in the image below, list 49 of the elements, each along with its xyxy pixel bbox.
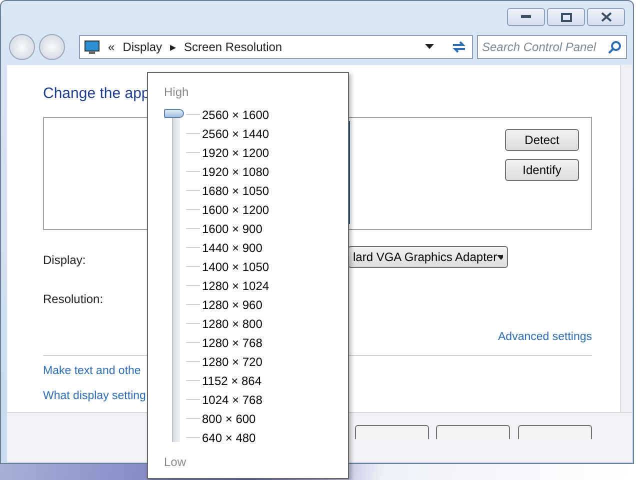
display-label: Display: xyxy=(43,252,86,269)
search-field[interactable]: Search Control Panel xyxy=(477,35,627,59)
resolution-label: Resolution: xyxy=(43,291,104,308)
resolution-option[interactable]: 1280 × 768 xyxy=(202,334,262,352)
cancel-button[interactable] xyxy=(436,425,510,439)
breadcrumb-chevron[interactable]: « xyxy=(108,38,115,56)
close-icon xyxy=(600,12,612,22)
search-icon xyxy=(608,40,622,54)
breadcrumb-separator[interactable]: ▸ xyxy=(170,38,176,56)
resolution-option[interactable]: 1680 × 1050 xyxy=(202,182,270,200)
resolution-option[interactable]: 1152 × 864 xyxy=(202,372,262,390)
resolution-option[interactable]: 1600 × 1200 xyxy=(202,200,270,218)
resolution-option[interactable]: 1400 × 1050 xyxy=(202,258,270,276)
help-link[interactable]: Make text and othe xyxy=(43,363,141,380)
resolution-option[interactable]: 1440 × 900 xyxy=(202,238,262,256)
address-bar[interactable]: « Display ▸ Screen Resolution xyxy=(79,35,473,59)
resolution-option[interactable]: 1280 × 720 xyxy=(202,352,262,370)
dropdown-caret-icon[interactable] xyxy=(425,44,434,50)
resolution-option[interactable]: 1024 × 768 xyxy=(202,390,262,408)
resolution-option[interactable]: 2560 × 1600 xyxy=(202,106,270,124)
slider-thumb[interactable] xyxy=(164,109,184,118)
resolution-option[interactable]: 2560 × 1440 xyxy=(202,124,270,142)
resolution-option[interactable]: 1280 × 800 xyxy=(202,314,262,332)
display-dropdown[interactable]: lard VGA Graphics Adapter xyxy=(348,246,508,268)
resolution-option[interactable]: 800 × 600 xyxy=(202,410,256,428)
resolution-option[interactable]: 1280 × 960 xyxy=(202,296,262,314)
high-label: High xyxy=(164,84,189,101)
resolution-option[interactable]: 1920 × 1080 xyxy=(202,162,270,180)
maximize-icon xyxy=(560,12,572,22)
monitor-icon xyxy=(84,40,100,54)
breadcrumb-item[interactable]: Display xyxy=(122,38,162,56)
breadcrumb-item[interactable]: Screen Resolution xyxy=(184,38,282,56)
scrollbar[interactable] xyxy=(620,65,632,412)
resolution-option[interactable]: 1280 × 1024 xyxy=(202,276,270,294)
maximize-button[interactable] xyxy=(547,8,585,26)
minimize-button[interactable] xyxy=(507,8,545,26)
help-link[interactable]: What display setting xyxy=(43,388,146,405)
identify-button[interactable]: Identify xyxy=(505,159,579,181)
detect-button[interactable]: Detect xyxy=(505,129,579,151)
advanced-settings-link[interactable]: Advanced settings xyxy=(498,329,592,346)
resolution-option[interactable]: 640 × 480 xyxy=(202,428,256,446)
resolution-option[interactable]: 1600 × 900 xyxy=(202,220,262,238)
resolution-option[interactable]: 1920 × 1200 xyxy=(202,144,270,162)
close-button[interactable] xyxy=(587,8,625,26)
apply-button[interactable] xyxy=(518,425,592,439)
low-label: Low xyxy=(164,454,186,471)
caret-icon xyxy=(497,254,503,260)
ok-button[interactable] xyxy=(355,425,429,439)
minimize-icon xyxy=(521,15,531,19)
